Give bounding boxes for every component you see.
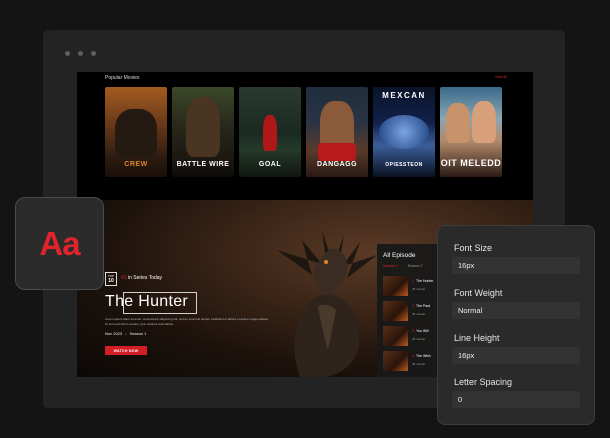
episode-thumbnail	[383, 326, 408, 346]
text-selection-box[interactable]	[123, 292, 197, 314]
window-controls	[65, 51, 96, 56]
watch-now-button[interactable]: WATCH NOW	[105, 346, 147, 355]
season-tabs: Season 1 Season 2	[383, 264, 423, 268]
poster-top-title: MEXCAN	[382, 91, 426, 100]
poster-row: CREW BATTLE WIRE GOAL DANGAGG MEXCAN OPI…	[105, 87, 502, 177]
episode-thumbnail	[383, 276, 408, 296]
window-dot-icon[interactable]	[78, 51, 83, 56]
movie-poster[interactable]: BATTLE WIRE	[172, 87, 234, 177]
section-title: Popular Movies	[105, 75, 140, 81]
poster-title: DANGAGG	[316, 161, 358, 168]
movie-poster[interactable]: DANGAGG	[306, 87, 368, 177]
typography-panel: Font Size 16px Font Weight Normal Line H…	[437, 225, 595, 425]
typography-icon-card: Aa	[15, 197, 104, 290]
movie-poster[interactable]: GOAL	[239, 87, 301, 177]
font-size-label: Font Size	[454, 243, 493, 253]
line-height-field[interactable]: 16px	[452, 347, 580, 364]
font-size-field[interactable]: 16px	[452, 257, 580, 274]
top10-badge: TOP 10	[105, 272, 117, 286]
hero-description: Lorem ipsum dolor sit amet, consectetur …	[105, 317, 269, 326]
font-weight-label: Font Weight	[454, 288, 503, 298]
window-dot-icon[interactable]	[65, 51, 70, 56]
tab-season-1[interactable]: Season 1	[383, 264, 398, 268]
font-weight-field[interactable]: Normal	[452, 302, 580, 319]
aa-icon: Aa	[39, 224, 80, 262]
episode-panel-title: All Episode	[383, 252, 416, 259]
tab-season-2[interactable]: Season 2	[408, 264, 423, 268]
rank-text: #1 in Series Today	[121, 275, 163, 281]
dragon-illustration	[277, 230, 377, 377]
line-height-label: Line Height	[454, 333, 500, 343]
poster-title: OIT MELEDD	[440, 158, 502, 168]
hero-meta: Nov 2023 • Season 1	[105, 331, 147, 336]
popular-movies-section: Popular Movies View All CREW BATTLE WIRE…	[77, 72, 533, 200]
episode-thumbnail	[383, 301, 408, 321]
letter-spacing-field[interactable]: 0	[452, 391, 580, 408]
episode-thumbnail	[383, 351, 408, 371]
letter-spacing-label: Letter Spacing	[454, 377, 513, 387]
view-all-link[interactable]: View All	[495, 75, 507, 79]
poster-title: GOAL	[258, 161, 282, 168]
movie-poster[interactable]: OIT MELEDD	[440, 87, 502, 177]
poster-title: CREW	[124, 161, 148, 168]
poster-title: OPIESSTEON	[385, 162, 423, 168]
poster-title: BATTLE WIRE	[176, 161, 230, 168]
movie-poster[interactable]: MEXCAN OPIESSTEON	[373, 87, 435, 177]
movie-poster[interactable]: CREW	[105, 87, 167, 177]
window-dot-icon[interactable]	[91, 51, 96, 56]
